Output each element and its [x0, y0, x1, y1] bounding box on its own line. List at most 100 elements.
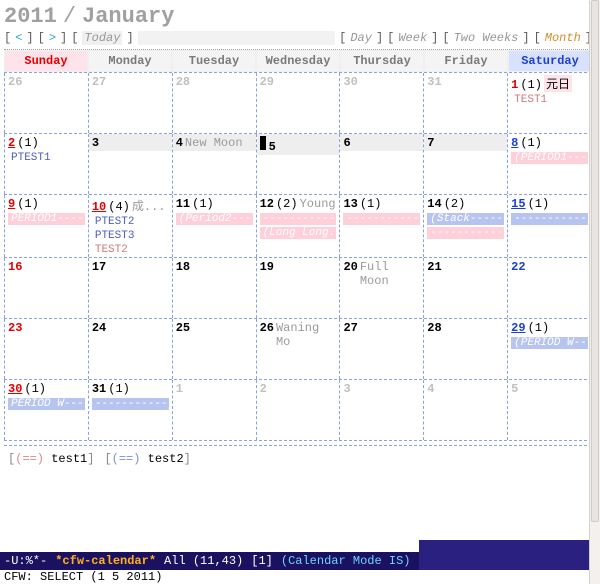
day-header-row: 5: [257, 134, 340, 155]
modeline-mode: (Calendar Mode IS): [281, 554, 411, 568]
title-sep: /: [63, 4, 76, 29]
legend-item-1: [(==) test1]: [8, 452, 94, 466]
day-number: 24: [92, 321, 106, 335]
event-count: (4): [108, 200, 130, 214]
event-tag[interactable]: -----------): [427, 227, 504, 239]
event-tag[interactable]: -----------): [92, 398, 169, 410]
calendar-day[interactable]: 17: [89, 258, 173, 318]
calendar-day[interactable]: 24: [89, 319, 173, 379]
calendar-day[interactable]: 13 (1)-----------: [340, 195, 424, 257]
calendar-day[interactable]: 2 (1)PTEST1: [4, 134, 89, 194]
day-header-row: 8 (1): [508, 134, 591, 151]
event-count: (1): [192, 197, 214, 211]
calendar-day[interactable]: 28: [424, 319, 508, 379]
day-header-row: 12 (2)Young: [257, 195, 340, 212]
view-two-weeks[interactable]: Two Weeks: [454, 31, 519, 45]
event-tag[interactable]: (PERIOD1-----: [511, 152, 588, 164]
view-day[interactable]: Day: [350, 31, 372, 45]
calendar-day[interactable]: 1: [173, 380, 257, 440]
calendar-day[interactable]: 2: [257, 380, 341, 440]
calendar-day[interactable]: 11 (1)(Period2----: [173, 195, 257, 257]
scrollbar[interactable]: [589, 0, 600, 584]
calendar-day[interactable]: 30: [340, 73, 424, 133]
calendar-day[interactable]: 5: [257, 134, 341, 194]
day-header-row: 13 (1): [340, 195, 423, 212]
event-tag[interactable]: PTEST1: [8, 152, 85, 164]
today-button[interactable]: Today: [82, 31, 122, 45]
day-number: 19: [260, 260, 274, 274]
view-month[interactable]: Month: [545, 31, 581, 45]
calendar-day[interactable]: 6: [340, 134, 424, 194]
day-header-row: 30: [340, 73, 423, 90]
day-number: 1: [176, 382, 183, 396]
calendar-day[interactable]: 28: [173, 73, 257, 133]
nav-bar: [ < ] [ > ] [ Today ] [Day] [Week] [Two …: [4, 31, 592, 45]
view-week[interactable]: Week: [398, 31, 427, 45]
day-number: 10: [92, 200, 106, 214]
event-tag[interactable]: PERIOD1-----): [8, 213, 85, 225]
day-number: 3: [343, 382, 350, 396]
calendar-day[interactable]: 26Waning Mo: [257, 319, 341, 379]
calendar-day[interactable]: 14 (2)(Stack------------------): [424, 195, 508, 257]
calendar-day[interactable]: 23: [4, 319, 89, 379]
calendar-day[interactable]: 15 (1)-----------): [508, 195, 592, 257]
day-number: 6: [343, 136, 350, 150]
hdr-wed: Wednesday: [256, 50, 340, 72]
calendar-day[interactable]: 16: [4, 258, 89, 318]
calendar-day[interactable]: 4New Moon: [173, 134, 257, 194]
calendar-day[interactable]: 26: [4, 73, 89, 133]
calendar-day[interactable]: 21: [424, 258, 508, 318]
day-number: 13: [343, 197, 357, 211]
moon-phase: New Moon: [185, 136, 243, 150]
event-tag[interactable]: (Stack-------: [427, 213, 504, 225]
calendar-day[interactable]: 29: [257, 73, 341, 133]
calendar-day[interactable]: 31 (1)-----------): [89, 380, 173, 440]
calendar-day[interactable]: 4: [424, 380, 508, 440]
event-tag[interactable]: -----------: [343, 213, 420, 225]
event-tag[interactable]: (Long Long...: [260, 227, 337, 239]
calendar-day[interactable]: 5: [508, 380, 592, 440]
calendar-day[interactable]: 3: [340, 380, 424, 440]
event-tag[interactable]: -----------): [511, 213, 588, 225]
event-tag[interactable]: -----------: [260, 213, 337, 225]
day-header-row: 27: [89, 73, 172, 90]
divider: [4, 445, 592, 446]
prev-button[interactable]: <: [15, 31, 22, 45]
day-number: 25: [176, 321, 190, 335]
modeline-position: All (11,43): [164, 554, 243, 568]
event-tag[interactable]: PTEST2: [92, 216, 169, 228]
calendar-day[interactable]: 1 (1)元日TEST1: [508, 73, 592, 133]
moon-phase: 成...: [132, 197, 166, 214]
calendar-day[interactable]: 7: [424, 134, 508, 194]
event-tag[interactable]: (PERIOD W----: [511, 337, 588, 349]
calendar-day[interactable]: 20Full Moon: [340, 258, 424, 318]
scrollbar-thumb[interactable]: [591, 0, 599, 522]
calendar-day[interactable]: 18: [173, 258, 257, 318]
calendar-day[interactable]: 25: [173, 319, 257, 379]
calendar-day[interactable]: 10 (4)成...PTEST2PTEST3TEST2: [89, 195, 173, 257]
event-tag[interactable]: (Period2----: [176, 213, 253, 225]
hdr-fri: Friday: [424, 50, 508, 72]
calendar-day[interactable]: 27: [340, 319, 424, 379]
event-tag[interactable]: TEST2: [92, 244, 169, 256]
calendar-day[interactable]: 9 (1)PERIOD1-----): [4, 195, 89, 257]
calendar-day[interactable]: 31: [424, 73, 508, 133]
event-tag[interactable]: PERIOD W----: [8, 398, 85, 410]
modeline-status: -U:%*-: [4, 554, 47, 568]
next-button[interactable]: >: [49, 31, 56, 45]
event-count: (1): [17, 197, 39, 211]
calendar-day[interactable]: 8 (1)(PERIOD1-----: [508, 134, 592, 194]
calendar-day[interactable]: 30 (1)PERIOD W----: [4, 380, 89, 440]
event-tag[interactable]: PTEST3: [92, 230, 169, 242]
calendar-day[interactable]: 29 (1)(PERIOD W----: [508, 319, 592, 379]
calendar-day[interactable]: 12 (2)Young----------- (Long Long...: [257, 195, 341, 257]
calendar-day[interactable]: 27: [89, 73, 173, 133]
calendar-day[interactable]: 22: [508, 258, 592, 318]
day-number: 7: [427, 136, 434, 150]
calendar-day[interactable]: 3: [89, 134, 173, 194]
day-header-row: 10 (4)成...: [89, 195, 172, 215]
holiday-label: 元日: [544, 75, 572, 92]
calendar-day[interactable]: 19: [257, 258, 341, 318]
event-tag[interactable]: TEST1: [511, 94, 588, 106]
day-number: 1: [511, 78, 518, 92]
